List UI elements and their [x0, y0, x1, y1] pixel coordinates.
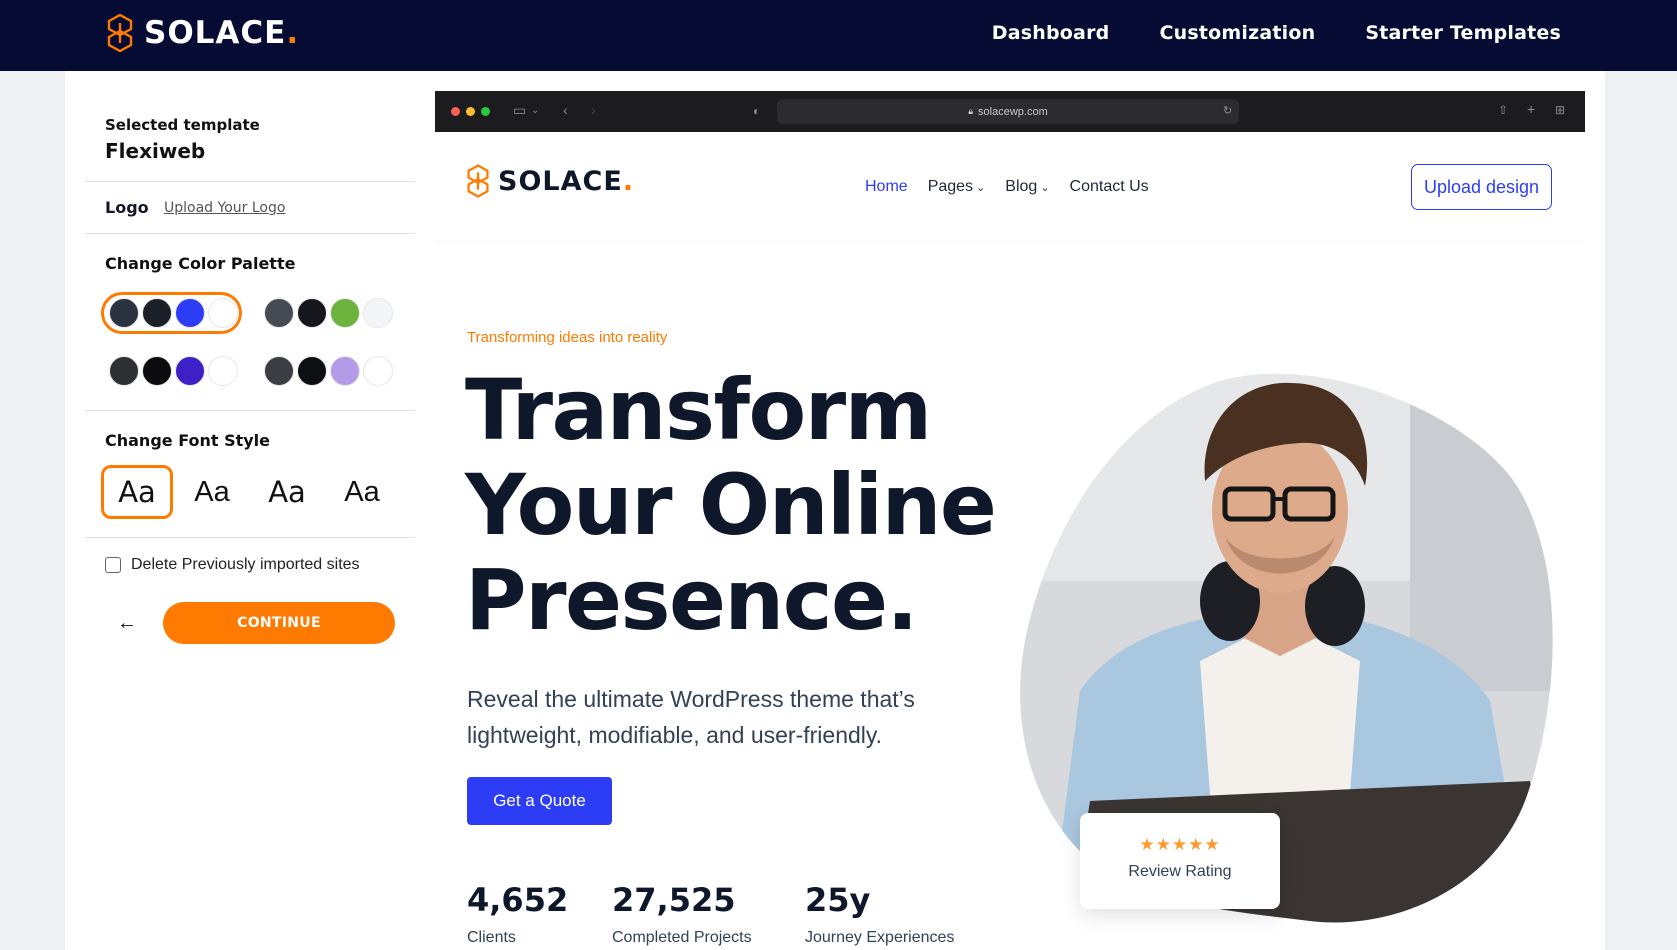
color-swatch [297, 298, 327, 328]
maximize-dot-icon[interactable] [481, 107, 490, 116]
address-bar[interactable]: 🔒︎ solacewp.com [777, 99, 1239, 124]
font-option-4[interactable]: Aa [326, 465, 398, 519]
color-swatch [264, 298, 294, 328]
stat-experience-label: Journey Experiences [805, 929, 955, 946]
color-swatch [208, 298, 238, 328]
reload-icon[interactable]: ↻ [1223, 104, 1232, 117]
site-nav-blog-label: Blog [1005, 178, 1038, 195]
minimize-dot-icon[interactable] [466, 107, 475, 116]
selected-template-label: Selected template [105, 116, 260, 134]
stat-clients-value: 4,652 [467, 881, 569, 919]
stat-projects-label: Completed Projects [612, 929, 752, 946]
lock-icon: 🔒︎ [968, 106, 974, 116]
top-nav: Dashboard Customization Starter Template… [992, 22, 1561, 44]
nav-starter-templates[interactable]: Starter Templates [1365, 22, 1561, 44]
top-bar: SOLACE. Dashboard Customization Starter … [0, 0, 1677, 71]
site-nav-contact[interactable]: Contact Us [1070, 178, 1149, 196]
share-icon[interactable]: ⇧ [1498, 103, 1508, 117]
nav-dashboard[interactable]: Dashboard [992, 22, 1110, 44]
color-swatch [297, 356, 327, 386]
divider [85, 537, 415, 538]
url-text: solacewp.com [978, 105, 1048, 118]
font-style-title: Change Font Style [105, 431, 271, 450]
review-rating-card: ★★★★★ Review Rating [1080, 813, 1280, 909]
site-logo[interactable]: SOLACE. [466, 162, 634, 200]
delete-imported-option[interactable]: Delete Previously imported sites [105, 556, 360, 574]
site-nav-pages-label: Pages [927, 178, 974, 195]
color-swatch [175, 298, 205, 328]
hero-title: Transform Your Online Presence. [465, 361, 997, 649]
chevron-down-icon: ⌄ [976, 182, 986, 194]
sidebar-toggle-icon[interactable]: ▭ [513, 102, 526, 119]
chevron-down-icon[interactable]: ⌄ [531, 105, 539, 116]
privacy-shield-icon[interactable]: ◐ [753, 104, 760, 118]
site-nav-pages[interactable]: Pages ⌄ [928, 178, 986, 196]
forward-icon[interactable]: › [591, 102, 596, 118]
color-palette-option-2[interactable] [256, 292, 397, 334]
divider [85, 181, 415, 182]
hero-description: Reveal the ultimate WordPress theme that… [467, 686, 915, 748]
font-option-3[interactable]: Aa [251, 465, 323, 519]
color-swatch [142, 356, 172, 386]
star-rating-icon: ★★★★★ [1139, 835, 1221, 854]
upload-design-button[interactable]: Upload design [1411, 164, 1552, 210]
back-arrow-icon[interactable]: ← [117, 612, 137, 635]
color-swatch [208, 356, 238, 386]
site-nav-home[interactable]: Home [865, 178, 908, 196]
color-swatch [363, 298, 393, 328]
stat-projects-value: 27,525 [612, 881, 736, 919]
color-swatch [264, 356, 294, 386]
site-preview: ▭ ⌄ ‹ › ◐ 🔒︎ solacewp.com ↻ ⇧ + ⊞ SOLACE… [435, 91, 1585, 950]
window-controls [451, 107, 490, 116]
stat-clients-label: Clients [467, 929, 516, 946]
font-option-1[interactable]: Aa [101, 465, 173, 519]
site-brand-name: SOLACE. [498, 165, 635, 197]
continue-button[interactable]: CONTINUE [163, 602, 395, 644]
delete-imported-label: Delete Previously imported sites [131, 556, 360, 573]
solace-logo-icon [106, 11, 134, 55]
back-icon[interactable]: ‹ [563, 102, 568, 118]
color-swatch [330, 298, 360, 328]
color-palette-option-3[interactable] [101, 350, 242, 392]
nav-customization[interactable]: Customization [1159, 22, 1315, 44]
delete-imported-checkbox[interactable] [105, 557, 121, 573]
selected-template-name: Flexiweb [105, 139, 206, 163]
get-quote-button[interactable]: Get a Quote [467, 777, 612, 825]
color-swatch [330, 356, 360, 386]
new-tab-icon[interactable]: + [1527, 101, 1535, 117]
customization-sidebar: Selected template Flexiweb Logo Upload Y… [85, 71, 415, 950]
color-swatch [363, 356, 393, 386]
tab-overview-icon[interactable]: ⊞ [1555, 103, 1565, 117]
solace-logo-icon [467, 164, 489, 198]
chevron-down-icon: ⌄ [1040, 182, 1050, 194]
color-swatch [175, 356, 205, 386]
stat-experience-value: 25y [805, 881, 871, 919]
site-nav-blog[interactable]: Blog ⌄ [1005, 178, 1049, 196]
brand-logo[interactable]: SOLACE. [106, 10, 299, 56]
browser-chrome: ▭ ⌄ ‹ › ◐ 🔒︎ solacewp.com ↻ ⇧ + ⊞ [435, 91, 1585, 132]
site-nav: Home Pages ⌄ Blog ⌄ Contact Us [865, 178, 1149, 196]
upload-logo-link[interactable]: Upload Your Logo [164, 200, 285, 216]
divider [85, 410, 415, 411]
close-dot-icon[interactable] [451, 107, 460, 116]
logo-label: Logo [105, 198, 149, 217]
hero-tagline: Transforming ideas into reality [467, 329, 668, 346]
font-option-2[interactable]: Aa [176, 465, 248, 519]
color-palette-option-1[interactable] [101, 292, 242, 334]
color-swatch [109, 356, 139, 386]
color-palette-title: Change Color Palette [105, 254, 296, 273]
color-palette-option-4[interactable] [256, 350, 397, 392]
brand-name: SOLACE. [144, 15, 300, 51]
color-swatch [109, 298, 139, 328]
divider [85, 233, 415, 234]
review-rating-label: Review Rating [1128, 863, 1232, 880]
color-swatch [142, 298, 172, 328]
